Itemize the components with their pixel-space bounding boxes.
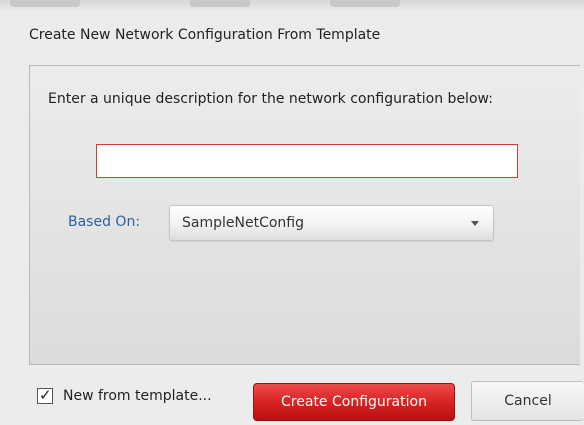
based-on-selected-value: SampleNetConfig (182, 215, 304, 231)
description-input[interactable] (96, 144, 518, 178)
background-tab-shadow (330, 0, 400, 7)
dialog-content-panel: Enter a unique description for the netwo… (29, 65, 580, 365)
background-tab-shadow (10, 0, 80, 7)
create-network-config-dialog: Create New Network Configuration From Te… (0, 0, 584, 425)
new-from-template-checkbox[interactable]: ✓ (37, 386, 53, 404)
create-configuration-button[interactable]: Create Configuration (253, 383, 455, 421)
chevron-down-icon (471, 221, 479, 226)
new-from-template-option[interactable]: ✓ New from template... (37, 386, 212, 404)
dialog-title: Create New Network Configuration From Te… (29, 27, 381, 43)
new-from-template-label: New from template... (63, 388, 212, 404)
dialog-top-strip (0, 0, 584, 12)
checkmark-icon: ✓ (39, 386, 52, 404)
instruction-text: Enter a unique description for the netwo… (48, 91, 493, 107)
background-tab-shadow (190, 0, 250, 7)
based-on-select[interactable]: SampleNetConfig (169, 205, 494, 241)
based-on-label: Based On: (68, 214, 141, 230)
cancel-button[interactable]: Cancel (471, 381, 584, 421)
